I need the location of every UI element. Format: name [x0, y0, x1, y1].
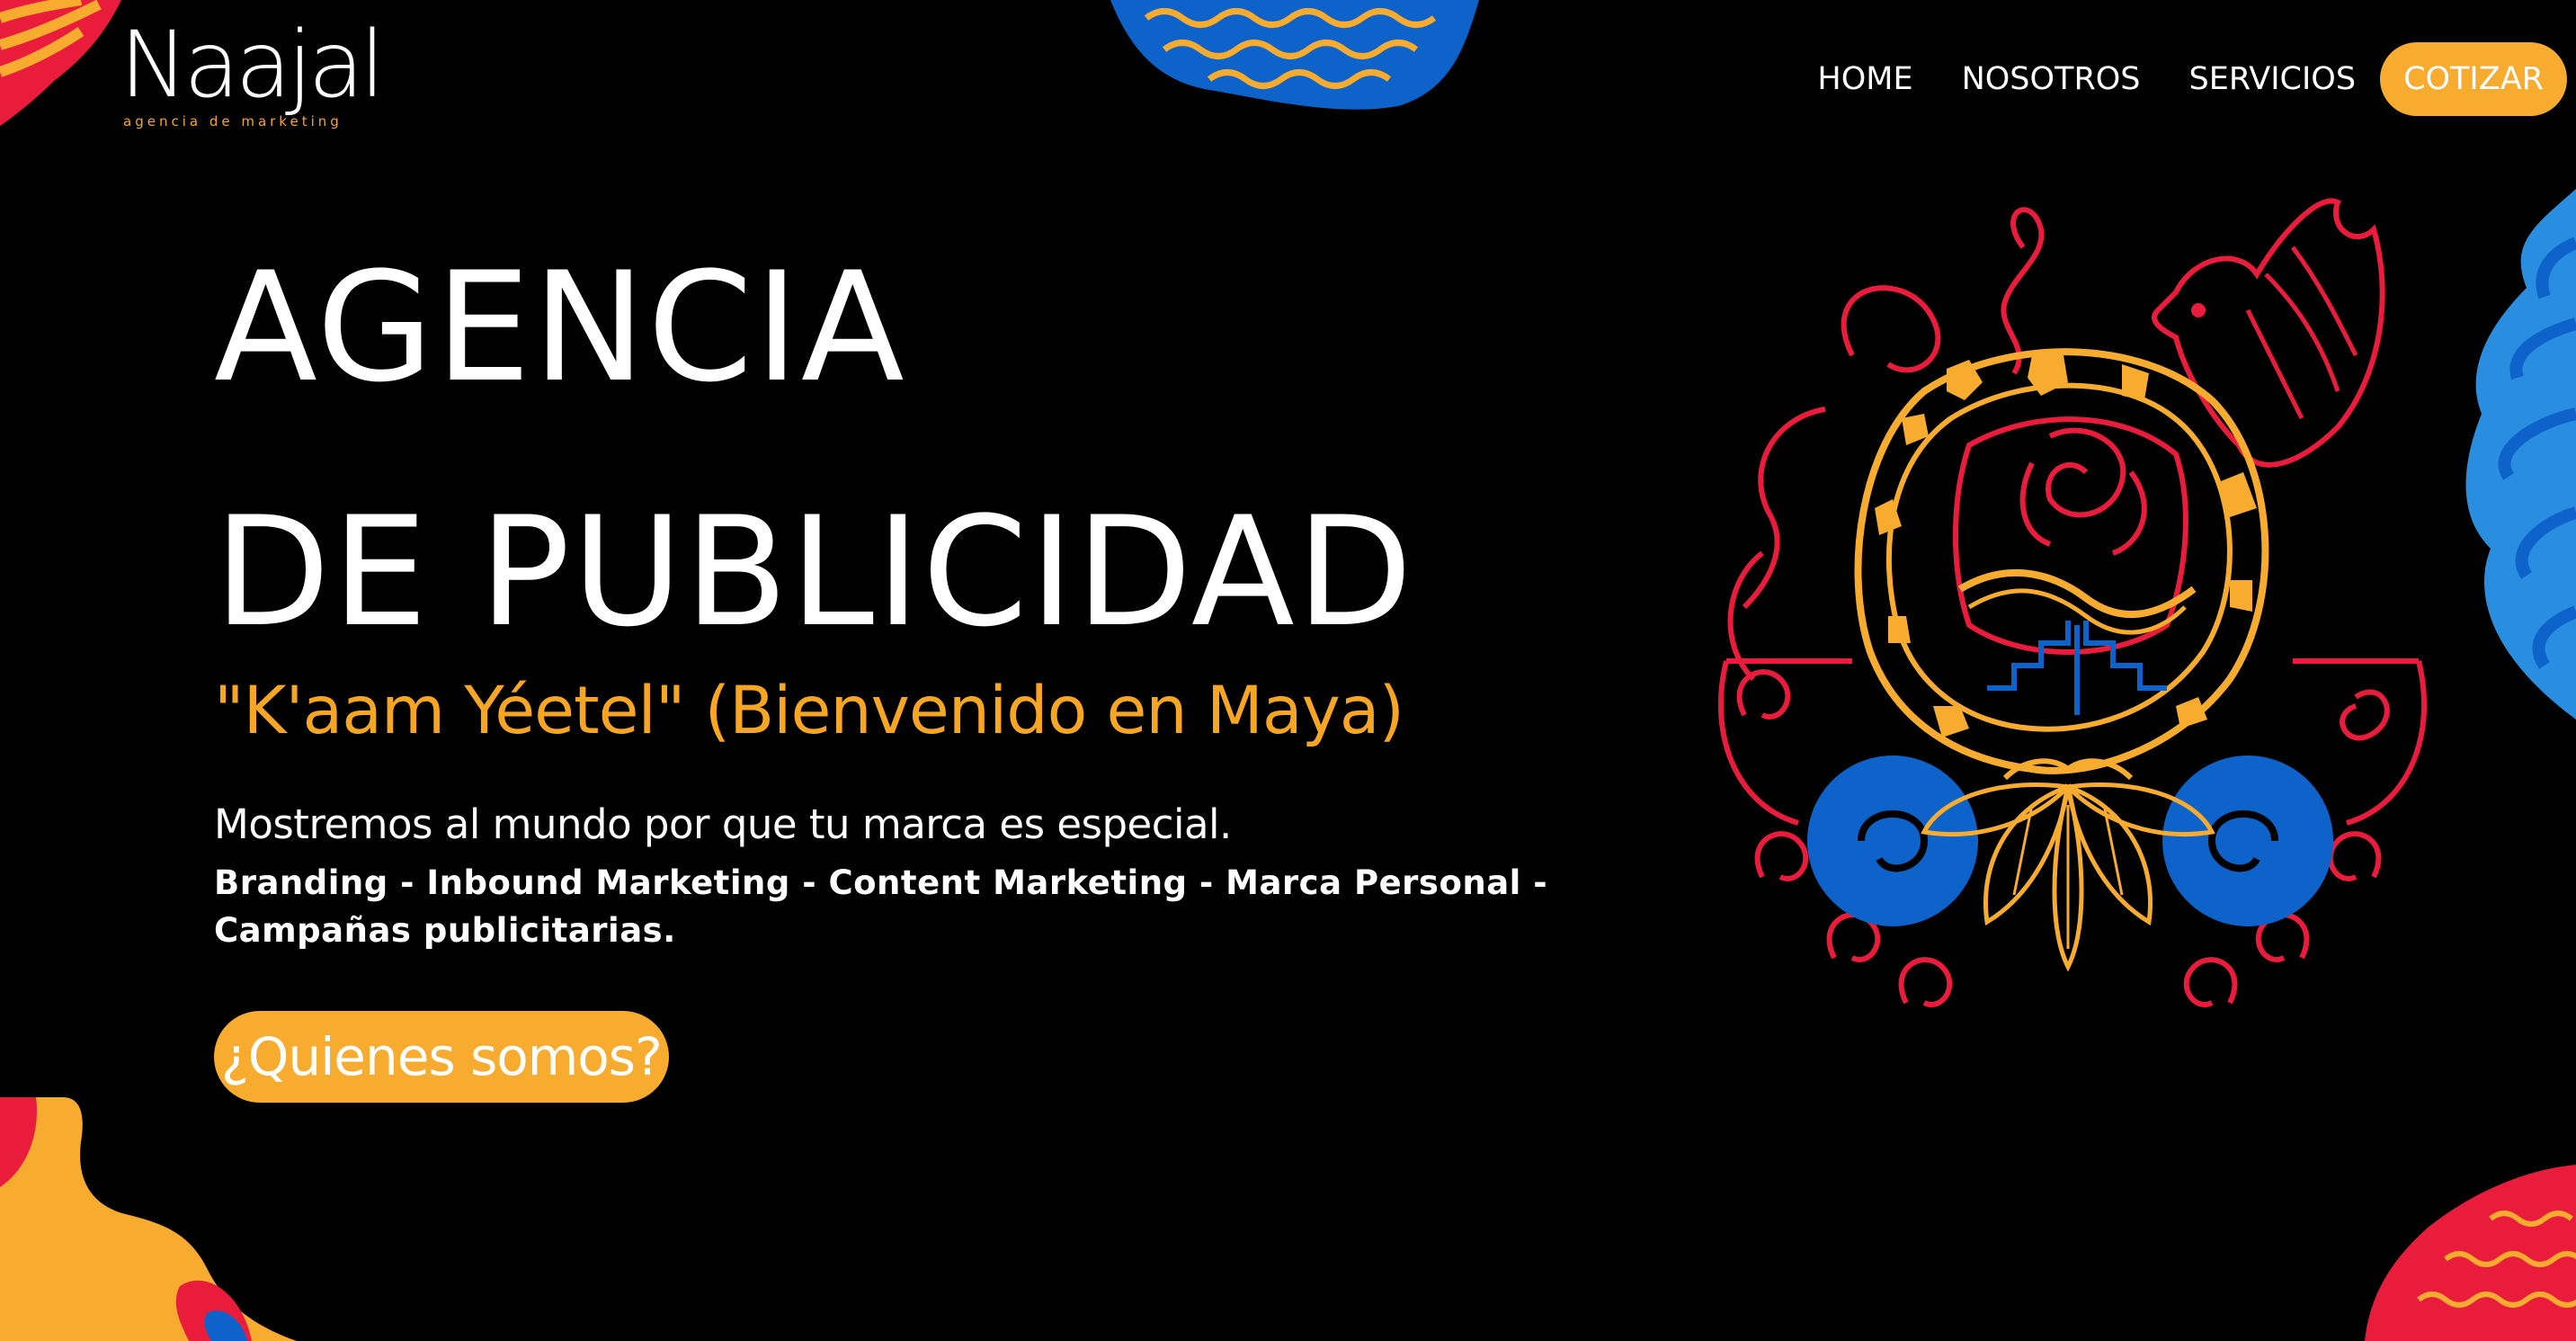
- decor-blob-bottom-right: [2365, 1165, 2576, 1341]
- hero-title: AGENCIA DE PUBLICIDAD: [214, 205, 1414, 694]
- hero-title-line-2: DE PUBLICIDAD: [214, 484, 1415, 660]
- nav-item-servicios[interactable]: SERVICIOS: [2189, 61, 2357, 97]
- nav-item-home[interactable]: HOME: [1817, 61, 1912, 97]
- hero-title-line-1: AGENCIA: [214, 239, 906, 416]
- decor-blob-top-left: [0, 0, 126, 126]
- pattern-blob-icon: [0, 1097, 297, 1341]
- cotizar-button[interactable]: COTIZAR: [2380, 42, 2567, 116]
- brand-name: Naajal: [120, 12, 386, 119]
- maya-glyph-icon: [1708, 175, 2428, 1052]
- decor-blob-bottom-left: [0, 1088, 297, 1341]
- hero-subtitle: "K'aam Yéetel" (Bienvenido en Maya): [214, 673, 1404, 749]
- decor-blob-right: [2455, 189, 2576, 720]
- pattern-blob-icon: [0, 0, 121, 126]
- pattern-blob-icon: [1110, 0, 1479, 110]
- decor-blob-top-center: [1110, 0, 1479, 112]
- brand-logo[interactable]: Naajal agencia de marketing: [120, 20, 398, 132]
- hero-services: Branding - Inbound Marketing - Content M…: [214, 863, 1548, 950]
- pattern-blob-icon: [2365, 1165, 2576, 1341]
- pattern-blob-icon: [2465, 189, 2576, 720]
- quienes-somos-button[interactable]: ¿Quienes somos?: [214, 1011, 669, 1103]
- hero-lead: Mostremos al mundo por que tu marca es e…: [214, 800, 1232, 848]
- main-nav: HOME NOSOTROS SERVICIOS COTIZAR: [1817, 41, 2567, 117]
- nav-item-nosotros[interactable]: NOSOTROS: [1962, 61, 2141, 97]
